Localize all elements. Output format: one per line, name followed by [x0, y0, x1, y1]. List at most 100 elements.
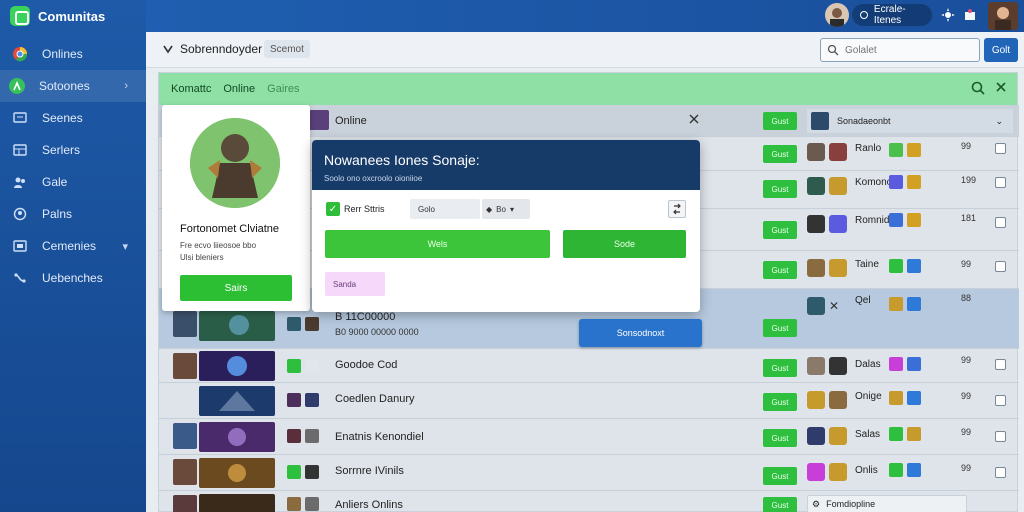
sidebar: Comunitas Onlines Sotoones › Seenes Serl… [0, 0, 146, 512]
panel-tabs: Komattc Online Gaires [159, 73, 1017, 105]
row-action-button[interactable]: Gust [763, 180, 797, 198]
table-row[interactable]: Sorrnre IVinils Gust Onlis 99 [159, 455, 1019, 491]
game-icon [305, 317, 319, 331]
row-checkbox[interactable] [995, 359, 1006, 370]
row-action-button[interactable]: Gust [763, 112, 797, 130]
row-checkbox[interactable] [995, 467, 1006, 478]
modal-title: Nowanees Iones Sonaje: [324, 152, 480, 168]
game-banner [199, 311, 275, 341]
row-checkbox[interactable] [995, 431, 1006, 442]
search-box[interactable] [820, 38, 980, 62]
row-action-button[interactable]: Gust [763, 145, 797, 163]
modal-secondary-button[interactable]: Sode [563, 230, 686, 258]
row-count: 99 [961, 391, 972, 401]
user-menu[interactable]: Ecrale-Itenes [852, 4, 932, 26]
header-row-dropdown[interactable]: Sonadaeonbt ⌄ [807, 109, 1013, 133]
search-input[interactable] [845, 44, 965, 56]
profile-avatar[interactable] [988, 2, 1018, 30]
game-banner [199, 422, 275, 452]
tag-icon: ◆ [486, 204, 493, 214]
page-title-text: Sobrenndoyder [180, 42, 263, 56]
sidebar-item-gale[interactable]: Gale [0, 166, 146, 198]
row-title: Sorrnre IVinils [335, 465, 404, 477]
row-action-button[interactable]: Gust [763, 429, 797, 447]
table-row[interactable]: Enatnis Kenondiel Gust Salas 99 [159, 419, 1019, 455]
row-count: 99 [961, 141, 972, 151]
sidebar-item-sotoones[interactable]: Sotoones › [0, 70, 146, 102]
close-icon[interactable] [689, 114, 699, 124]
modal-select[interactable]: Golo [410, 199, 480, 219]
row-action-button[interactable]: Gust [763, 359, 797, 377]
row-checkbox[interactable] [995, 217, 1006, 228]
sidebar-item-seenes[interactable]: Seenes [0, 102, 146, 134]
table-row[interactable]: Anliers Onlins Gust ⚙ Fomdiopline [159, 491, 1019, 512]
row-action-button[interactable]: Gust [763, 221, 797, 239]
link-icon [162, 43, 174, 55]
game-icon [829, 177, 847, 195]
row-action-button[interactable]: Gust [763, 319, 797, 337]
game-icon [829, 463, 847, 481]
game-icon [807, 427, 825, 445]
tab-komattc[interactable]: Komattc [171, 83, 211, 95]
status-icon [907, 259, 921, 273]
avatar[interactable] [825, 3, 849, 27]
row-checkbox[interactable] [995, 395, 1006, 406]
modal-checkbox[interactable]: ✓ [326, 202, 340, 216]
search-icon[interactable] [971, 81, 985, 95]
row-title: Coedlen Danury [335, 393, 415, 405]
sidebar-item-serlers[interactable]: Serlers [0, 134, 146, 166]
profile-details: Fre ecvo liieosoe bbo Ulsi bleniers [180, 240, 256, 264]
user-label: Ecrale-Itenes [873, 4, 906, 26]
game-icon [829, 259, 847, 277]
table-row[interactable]: Goodoe Cod Gust Dalas 99 [159, 349, 1019, 383]
game-icon [287, 429, 301, 443]
modal-primary-button[interactable]: Wels [325, 230, 550, 258]
chevron-down-icon: ⌄ [995, 115, 1003, 126]
status-icon [907, 297, 921, 311]
row-footer-select[interactable]: ⚙ Fomdiopline [807, 495, 967, 512]
profile-action-button[interactable]: Sairs [180, 275, 292, 301]
game-thumb [173, 353, 197, 379]
brand[interactable]: Comunitas [0, 0, 146, 32]
sidebar-item-uebenches[interactable]: Uebenches [0, 262, 146, 294]
floating-action-button[interactable]: Sonsodnoxt [579, 319, 702, 347]
sidebar-item-cemenies[interactable]: Cemenies ▾ [0, 230, 146, 262]
tab-gaires[interactable]: Gaires [267, 83, 299, 95]
gear-icon[interactable] [940, 7, 956, 23]
row-action-button[interactable]: Gust [763, 393, 797, 411]
swap-button[interactable] [668, 200, 686, 218]
status-icon [907, 357, 921, 371]
row-checkbox[interactable] [995, 261, 1006, 272]
users-icon [9, 78, 25, 94]
row-checkbox[interactable] [995, 177, 1006, 188]
tab-online[interactable]: Online [223, 83, 255, 95]
sidebar-item-palns[interactable]: Palns [0, 198, 146, 230]
modal-dropdown[interactable]: ◆ Bo ▾ [482, 199, 530, 219]
profile-detail-line: Ulsi bleniers [180, 253, 224, 262]
row-checkbox[interactable] [995, 143, 1006, 154]
sidebar-nav: Onlines Sotoones › Seenes Serlers Gale P… [0, 38, 146, 294]
sidebar-item-onlines[interactable]: Onlines [0, 38, 146, 70]
row-count: 181 [961, 213, 977, 223]
chevron-down-icon: ▾ [509, 204, 514, 214]
modal-select-value: Golo [418, 204, 435, 214]
sidebar-item-label: Onlines [42, 47, 83, 61]
modal-body: ✓ Rerr Sttris Golo ◆ Bo ▾ Wels Sode Sand… [312, 190, 700, 312]
row-action-button[interactable]: Gust [763, 497, 797, 512]
close-icon[interactable] [995, 81, 1007, 95]
topbar: Ecrale-Itenes [146, 0, 1024, 32]
game-icon [807, 463, 825, 481]
search-button[interactable]: Golt [984, 38, 1018, 62]
filter-chip[interactable]: Scemot [264, 40, 310, 58]
puzzle-icon[interactable] [962, 7, 978, 23]
row-name: Taine [855, 259, 879, 270]
modal-subtitle: Soolo ono oxcroolo oioniioe [324, 174, 423, 183]
row-action-button[interactable]: Gust [763, 467, 797, 485]
profile-card: Fortonomet Clviatne Fre ecvo liieosoe bb… [162, 105, 310, 311]
game-icon [305, 465, 319, 479]
modal-tag[interactable]: Sanda [325, 272, 385, 296]
row-action-button[interactable]: Gust [763, 261, 797, 279]
game-banner [199, 494, 275, 512]
table-row[interactable]: Coedlen Danury Gust Onige 99 [159, 383, 1019, 419]
row-subtitle: B0 9000 00000 0000 [335, 327, 419, 337]
